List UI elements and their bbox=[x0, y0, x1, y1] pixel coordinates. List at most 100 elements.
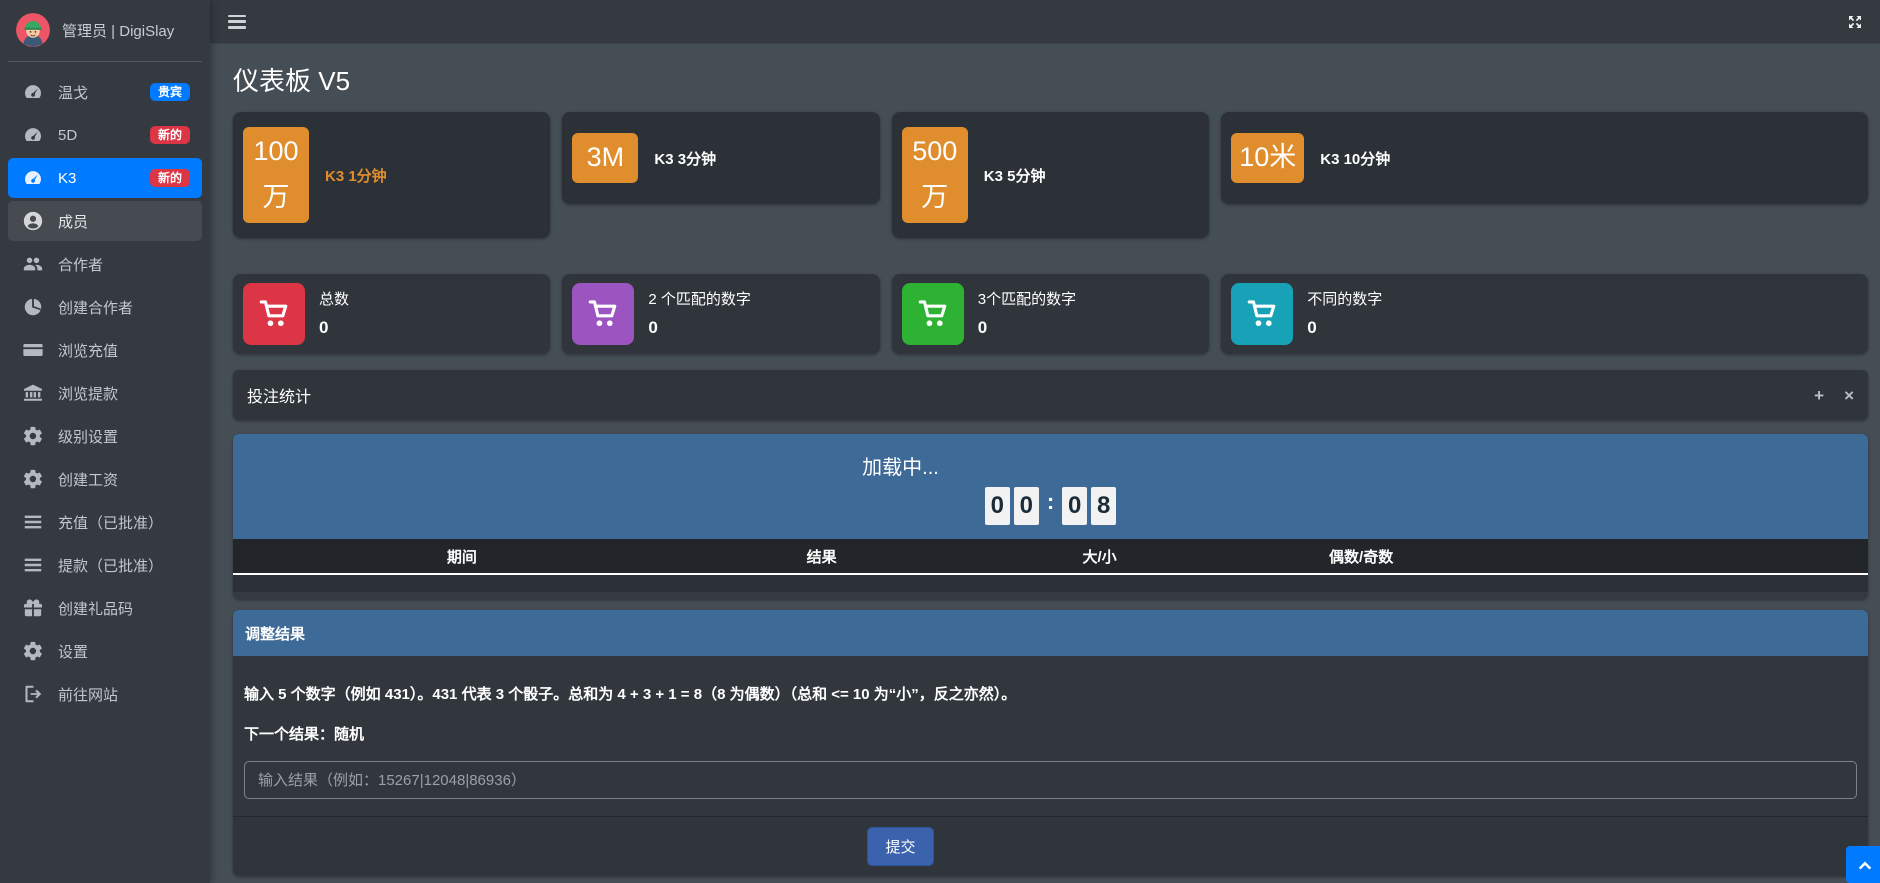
results-column-header: 偶数/奇数 bbox=[1247, 546, 1476, 567]
stat-card-value: 0 bbox=[319, 318, 349, 338]
shopping-cart-icon bbox=[902, 283, 964, 345]
user-icon bbox=[22, 210, 44, 232]
bet-stats-title: 投注统计 bbox=[247, 383, 311, 407]
results-column-header: 期间 bbox=[233, 546, 691, 567]
countdown-digit: 0 bbox=[1014, 487, 1039, 525]
results-table-header: 期间结果大/小偶数/奇数 bbox=[233, 539, 1868, 575]
badge: 新的 bbox=[150, 126, 190, 144]
sidebar-item-bank-7[interactable]: 浏览提款 bbox=[8, 373, 202, 413]
stat-card-0: 总数 0 bbox=[233, 274, 550, 354]
stat-card-value: 0 bbox=[648, 318, 751, 338]
results-column-header: 大/小 bbox=[952, 546, 1246, 567]
user-name: 管理员 | DigiSlay bbox=[62, 20, 174, 41]
results-column-header: 结果 bbox=[691, 546, 953, 567]
tachometer-icon bbox=[22, 167, 44, 189]
k3-card-0: 100万 K3 1分钟 bbox=[233, 112, 550, 238]
chart-pie-icon bbox=[22, 296, 44, 318]
list-icon bbox=[22, 511, 44, 533]
main-area: 仪表板 V5 100万 K3 1分钟 3M K3 3分钟 500万 K3 5分钟 10米 K3… bbox=[210, 0, 1880, 883]
k3-card-3: 10米 K3 10分钟 bbox=[1221, 112, 1868, 204]
tachometer-icon bbox=[22, 81, 44, 103]
k3-card-label[interactable]: K3 10分钟 bbox=[1320, 148, 1390, 169]
stat-card-3: 不同的数字0 bbox=[1221, 274, 1868, 354]
stat-card-label: 不同的数字 bbox=[1307, 288, 1382, 309]
list-icon bbox=[22, 554, 44, 576]
sidebar-item-credit-card-6[interactable]: 浏览充值 bbox=[8, 330, 202, 370]
next-result-label: 下一个结果：随机 bbox=[244, 723, 1857, 744]
countdown-digit: 0 bbox=[985, 487, 1010, 525]
sidebar-item-gift-12[interactable]: 创建礼品码 bbox=[8, 588, 202, 628]
sidebar: 管理员 | DigiSlay 温戈 贵宾 5D 新的 K3 新的 成员 合作者 … bbox=[0, 0, 210, 883]
stat-card-1: 2 个匹配的数字 0 bbox=[562, 274, 879, 354]
user-panel[interactable]: 管理员 | DigiSlay bbox=[8, 0, 202, 62]
credit-card-icon bbox=[22, 339, 44, 361]
stat-card-label: 总数 bbox=[319, 288, 349, 309]
results-table-body bbox=[233, 575, 1868, 592]
shopping-cart-icon bbox=[1231, 283, 1293, 345]
k3-card-1: 3M K3 3分钟 bbox=[562, 112, 879, 204]
k3-amount-icon: 500万 bbox=[902, 127, 968, 223]
tachometer-icon bbox=[22, 124, 44, 146]
sidebar-item-list-11[interactable]: 提款（已批准） bbox=[8, 545, 202, 585]
gift-icon bbox=[22, 597, 44, 619]
sidebar-item-users-4[interactable]: 合作者 bbox=[8, 244, 202, 284]
submit-button[interactable]: 提交 bbox=[867, 827, 933, 866]
top-navbar bbox=[210, 0, 1880, 44]
countdown-digit: 0 bbox=[1062, 487, 1087, 525]
loading-banner: 加载中... 0 0 : 0 8 bbox=[233, 434, 1868, 539]
sidebar-item-cogs-8[interactable]: 级别设置 bbox=[8, 416, 202, 456]
stat-card-value: 0 bbox=[978, 318, 1076, 338]
adjust-result-header: 调整结果 bbox=[233, 610, 1868, 656]
sidebar-item-chart-pie-5[interactable]: 创建合作者 bbox=[8, 287, 202, 327]
sidebar-item-K3-2[interactable]: K3 新的 bbox=[8, 158, 202, 198]
users-icon bbox=[22, 253, 44, 275]
result-input[interactable] bbox=[244, 761, 1857, 799]
page-title: 仪表板 V5 bbox=[233, 61, 1880, 98]
instruction-text: 输入 5 个数字（例如 431）。431 代表 3 个骰子。总和为 4 + 3 … bbox=[244, 683, 1857, 704]
collapse-plus-icon[interactable]: + bbox=[1814, 387, 1824, 404]
sidebar-menu: 温戈 贵宾 5D 新的 K3 新的 成员 合作者 创建合作者 浏览充值 浏览提款… bbox=[8, 72, 202, 714]
bet-stats-panel-header: 投注统计 + × bbox=[233, 370, 1868, 420]
cogs-icon bbox=[22, 468, 44, 490]
adjust-result-title: 调整结果 bbox=[245, 623, 305, 644]
sidebar-item-cog-13[interactable]: 设置 bbox=[8, 631, 202, 671]
sidebar-item-温戈-0[interactable]: 温戈 贵宾 bbox=[8, 72, 202, 112]
sidebar-item-cogs-9[interactable]: 创建工资 bbox=[8, 459, 202, 499]
content-header: 仪表板 V5 bbox=[210, 44, 1880, 112]
shopping-cart-icon bbox=[572, 283, 634, 345]
cogs-icon bbox=[22, 425, 44, 447]
sidebar-item-user-3[interactable]: 成员 bbox=[8, 201, 202, 241]
loading-text: 加载中... bbox=[862, 457, 939, 479]
k3-card-label[interactable]: K3 3分钟 bbox=[654, 148, 716, 169]
bet-stats-card: 加载中... 0 0 : 0 8 期间结果大/小偶数/奇数 bbox=[233, 434, 1868, 599]
stat-card-label: 3个匹配的数字 bbox=[978, 288, 1076, 309]
stat-cards-row: 总数 0 2 个匹配的数字 0 3个匹配的数字 0 不同的数字0 bbox=[233, 274, 1868, 354]
shopping-cart-icon bbox=[243, 283, 305, 345]
menu-icon[interactable] bbox=[228, 15, 246, 29]
countdown-separator: : bbox=[1047, 489, 1054, 515]
sidebar-item-sign-out-14[interactable]: 前往网站 bbox=[8, 674, 202, 714]
cog-icon bbox=[22, 640, 44, 662]
sidebar-item-5D-1[interactable]: 5D 新的 bbox=[8, 115, 202, 155]
countdown-timer: 0 0 : 0 8 bbox=[233, 487, 1868, 525]
k3-amount-icon: 3M bbox=[572, 133, 638, 183]
scroll-top-button[interactable] bbox=[1846, 846, 1880, 883]
expand-arrows-icon[interactable] bbox=[1846, 13, 1864, 31]
badge: 新的 bbox=[150, 169, 190, 187]
close-icon[interactable]: × bbox=[1844, 387, 1854, 404]
user-avatar bbox=[16, 13, 50, 47]
k3-card-label[interactable]: K3 5分钟 bbox=[984, 165, 1046, 186]
badge: 贵宾 bbox=[150, 83, 190, 101]
sidebar-item-list-10[interactable]: 充值（已批准） bbox=[8, 502, 202, 542]
adjust-result-card: 调整结果 输入 5 个数字（例如 431）。431 代表 3 个骰子。总和为 4… bbox=[233, 610, 1868, 876]
sign-out-icon bbox=[22, 683, 44, 705]
chevron-up-icon bbox=[1856, 856, 1874, 874]
stat-card-2: 3个匹配的数字 0 bbox=[892, 274, 1209, 354]
k3-amount-icon: 100万 bbox=[243, 127, 309, 223]
k3-amount-icon: 10米 bbox=[1231, 133, 1304, 183]
k3-card-label[interactable]: K3 1分钟 bbox=[325, 165, 387, 186]
countdown-digit: 8 bbox=[1091, 487, 1116, 525]
content: 100万 K3 1分钟 3M K3 3分钟 500万 K3 5分钟 10米 K3 10分钟 总… bbox=[210, 112, 1880, 876]
stat-card-label: 2 个匹配的数字 bbox=[648, 288, 751, 309]
k3-cards-row: 100万 K3 1分钟 3M K3 3分钟 500万 K3 5分钟 10米 K3 10分钟 bbox=[233, 112, 1868, 238]
